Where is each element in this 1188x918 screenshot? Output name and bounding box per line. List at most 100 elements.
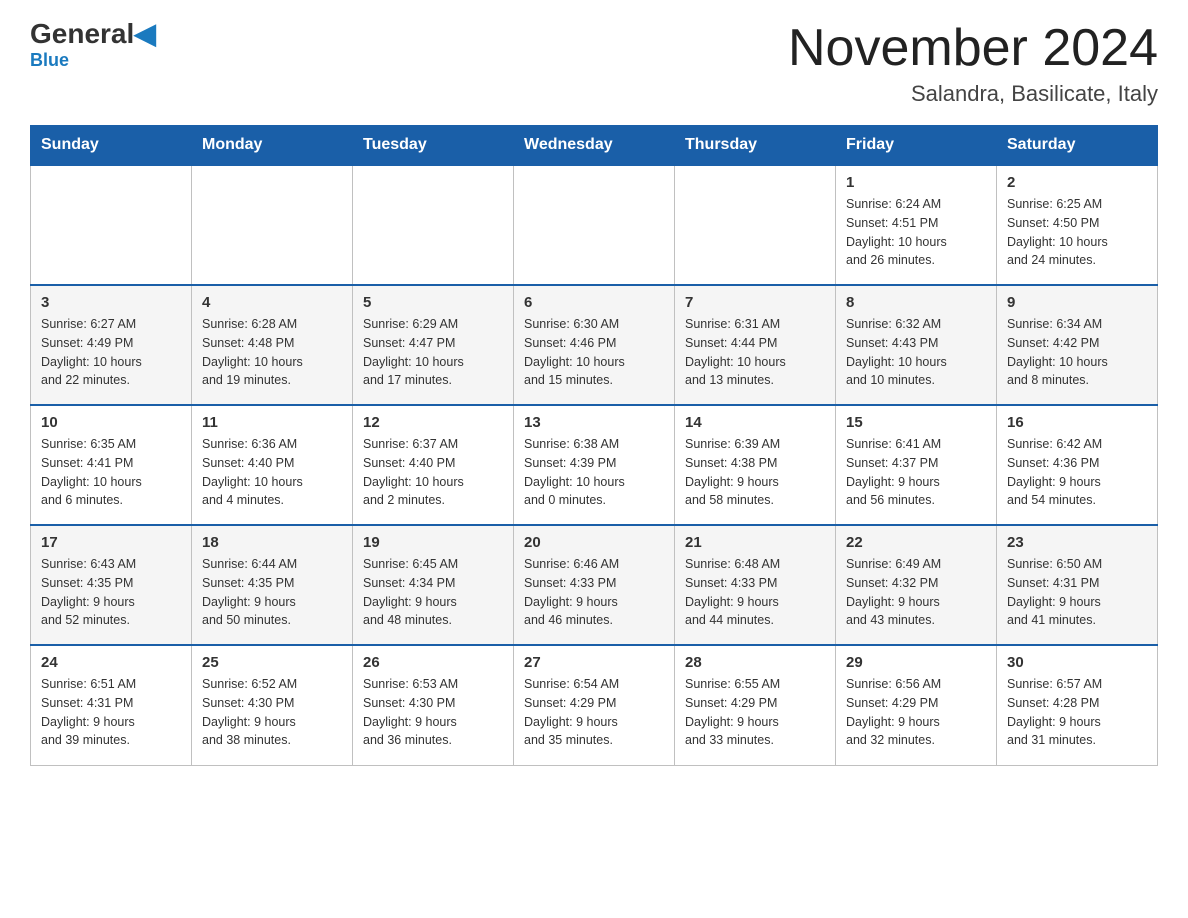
day-info: Sunrise: 6:30 AMSunset: 4:46 PMDaylight:… bbox=[524, 315, 664, 390]
day-info: Sunrise: 6:34 AMSunset: 4:42 PMDaylight:… bbox=[1007, 315, 1147, 390]
day-info: Sunrise: 6:41 AMSunset: 4:37 PMDaylight:… bbox=[846, 435, 986, 510]
day-number: 19 bbox=[363, 534, 503, 551]
day-info: Sunrise: 6:36 AMSunset: 4:40 PMDaylight:… bbox=[202, 435, 342, 510]
day-number: 2 bbox=[1007, 174, 1147, 191]
calendar-cell: 30Sunrise: 6:57 AMSunset: 4:28 PMDayligh… bbox=[997, 645, 1158, 765]
header-row: SundayMondayTuesdayWednesdayThursdayFrid… bbox=[31, 126, 1158, 166]
day-number: 12 bbox=[363, 414, 503, 431]
day-info: Sunrise: 6:50 AMSunset: 4:31 PMDaylight:… bbox=[1007, 555, 1147, 630]
day-info: Sunrise: 6:51 AMSunset: 4:31 PMDaylight:… bbox=[41, 675, 181, 750]
day-number: 5 bbox=[363, 294, 503, 311]
day-number: 26 bbox=[363, 654, 503, 671]
day-number: 11 bbox=[202, 414, 342, 431]
week-row-3: 10 Sunrise: 6:35 AMSunset: 4:41 PMDayligh… bbox=[31, 405, 1158, 525]
day-number: 4 bbox=[202, 294, 342, 311]
page-header: General◀ Blue November 2024 Salandra, Ba… bbox=[30, 20, 1158, 107]
day-info: Sunrise: 6:55 AMSunset: 4:29 PMDaylight:… bbox=[685, 675, 825, 750]
calendar-cell: 18Sunrise: 6:44 AMSunset: 4:35 PMDayligh… bbox=[192, 525, 353, 645]
day-number: 15 bbox=[846, 414, 986, 431]
day-number: 28 bbox=[685, 654, 825, 671]
calendar-cell: 11 Sunrise: 6:36 AMSunset: 4:40 PMDayligh… bbox=[192, 405, 353, 525]
week-row-2: 3 Sunrise: 6:27 AMSunset: 4:49 PMDaylight… bbox=[31, 285, 1158, 405]
day-info: Sunrise: 6:24 AMSunset: 4:51 PMDaylight:… bbox=[846, 195, 986, 270]
day-info: Sunrise: 6:29 AMSunset: 4:47 PMDaylight:… bbox=[363, 315, 503, 390]
calendar-cell: 1 Sunrise: 6:24 AMSunset: 4:51 PMDaylight… bbox=[836, 165, 997, 285]
subtitle: Salandra, Basilicate, Italy bbox=[788, 81, 1158, 107]
calendar-header: SundayMondayTuesdayWednesdayThursdayFrid… bbox=[31, 126, 1158, 166]
day-number: 21 bbox=[685, 534, 825, 551]
day-number: 23 bbox=[1007, 534, 1147, 551]
header-day-thursday: Thursday bbox=[675, 126, 836, 166]
day-info: Sunrise: 6:39 AMSunset: 4:38 PMDaylight:… bbox=[685, 435, 825, 510]
day-number: 22 bbox=[846, 534, 986, 551]
day-number: 29 bbox=[846, 654, 986, 671]
day-number: 16 bbox=[1007, 414, 1147, 431]
header-day-wednesday: Wednesday bbox=[514, 126, 675, 166]
calendar-cell: 4Sunrise: 6:28 AMSunset: 4:48 PMDaylight… bbox=[192, 285, 353, 405]
header-day-sunday: Sunday bbox=[31, 126, 192, 166]
calendar-cell: 20 Sunrise: 6:46 AMSunset: 4:33 PMDayligh… bbox=[514, 525, 675, 645]
header-day-friday: Friday bbox=[836, 126, 997, 166]
calendar-cell: 16 Sunrise: 6:42 AMSunset: 4:36 PMDayligh… bbox=[997, 405, 1158, 525]
day-info: Sunrise: 6:53 AMSunset: 4:30 PMDaylight:… bbox=[363, 675, 503, 750]
day-number: 3 bbox=[41, 294, 181, 311]
calendar-cell: 24 Sunrise: 6:51 AMSunset: 4:31 PMDayligh… bbox=[31, 645, 192, 765]
day-info: Sunrise: 6:27 AMSunset: 4:49 PMDaylight:… bbox=[41, 315, 181, 390]
calendar-cell: 23 Sunrise: 6:50 AMSunset: 4:31 PMDayligh… bbox=[997, 525, 1158, 645]
logo-text-top: General◀ bbox=[30, 20, 156, 48]
day-number: 1 bbox=[846, 174, 986, 191]
calendar-cell: 17 Sunrise: 6:43 AMSunset: 4:35 PMDayligh… bbox=[31, 525, 192, 645]
calendar-cell: 7 Sunrise: 6:31 AMSunset: 4:44 PMDaylight… bbox=[675, 285, 836, 405]
calendar-cell: 29 Sunrise: 6:56 AMSunset: 4:29 PMDayligh… bbox=[836, 645, 997, 765]
day-info: Sunrise: 6:45 AMSunset: 4:34 PMDaylight:… bbox=[363, 555, 503, 630]
day-info: Sunrise: 6:42 AMSunset: 4:36 PMDaylight:… bbox=[1007, 435, 1147, 510]
day-info: Sunrise: 6:49 AMSunset: 4:32 PMDaylight:… bbox=[846, 555, 986, 630]
calendar-table: SundayMondayTuesdayWednesdayThursdayFrid… bbox=[30, 125, 1158, 766]
day-number: 24 bbox=[41, 654, 181, 671]
week-row-4: 17 Sunrise: 6:43 AMSunset: 4:35 PMDayligh… bbox=[31, 525, 1158, 645]
calendar-cell: 21 Sunrise: 6:48 AMSunset: 4:33 PMDayligh… bbox=[675, 525, 836, 645]
header-day-monday: Monday bbox=[192, 126, 353, 166]
calendar-cell: 9 Sunrise: 6:34 AMSunset: 4:42 PMDaylight… bbox=[997, 285, 1158, 405]
calendar-cell: 6 Sunrise: 6:30 AMSunset: 4:46 PMDaylight… bbox=[514, 285, 675, 405]
day-number: 6 bbox=[524, 294, 664, 311]
day-number: 27 bbox=[524, 654, 664, 671]
calendar-cell: 15 Sunrise: 6:41 AMSunset: 4:37 PMDayligh… bbox=[836, 405, 997, 525]
day-info: Sunrise: 6:25 AMSunset: 4:50 PMDaylight:… bbox=[1007, 195, 1147, 270]
day-info: Sunrise: 6:54 AMSunset: 4:29 PMDaylight:… bbox=[524, 675, 664, 750]
day-info: Sunrise: 6:52 AMSunset: 4:30 PMDaylight:… bbox=[202, 675, 342, 750]
day-number: 10 bbox=[41, 414, 181, 431]
day-info: Sunrise: 6:32 AMSunset: 4:43 PMDaylight:… bbox=[846, 315, 986, 390]
calendar-body: 1 Sunrise: 6:24 AMSunset: 4:51 PMDaylight… bbox=[31, 165, 1158, 765]
day-number: 18 bbox=[202, 534, 342, 551]
logo-text-bottom: Blue bbox=[30, 50, 69, 71]
day-number: 14 bbox=[685, 414, 825, 431]
calendar-cell bbox=[192, 165, 353, 285]
calendar-cell: 19 Sunrise: 6:45 AMSunset: 4:34 PMDayligh… bbox=[353, 525, 514, 645]
week-row-1: 1 Sunrise: 6:24 AMSunset: 4:51 PMDaylight… bbox=[31, 165, 1158, 285]
calendar-cell: 3 Sunrise: 6:27 AMSunset: 4:49 PMDaylight… bbox=[31, 285, 192, 405]
day-number: 17 bbox=[41, 534, 181, 551]
header-day-tuesday: Tuesday bbox=[353, 126, 514, 166]
day-number: 8 bbox=[846, 294, 986, 311]
day-info: Sunrise: 6:35 AMSunset: 4:41 PMDaylight:… bbox=[41, 435, 181, 510]
calendar-cell: 22 Sunrise: 6:49 AMSunset: 4:32 PMDayligh… bbox=[836, 525, 997, 645]
day-number: 9 bbox=[1007, 294, 1147, 311]
calendar-cell: 27 Sunrise: 6:54 AMSunset: 4:29 PMDayligh… bbox=[514, 645, 675, 765]
calendar-cell bbox=[514, 165, 675, 285]
calendar-cell bbox=[353, 165, 514, 285]
day-info: Sunrise: 6:31 AMSunset: 4:44 PMDaylight:… bbox=[685, 315, 825, 390]
day-info: Sunrise: 6:56 AMSunset: 4:29 PMDaylight:… bbox=[846, 675, 986, 750]
day-number: 25 bbox=[202, 654, 342, 671]
day-number: 20 bbox=[524, 534, 664, 551]
header-day-saturday: Saturday bbox=[997, 126, 1158, 166]
day-info: Sunrise: 6:48 AMSunset: 4:33 PMDaylight:… bbox=[685, 555, 825, 630]
title-block: November 2024 Salandra, Basilicate, Ital… bbox=[788, 20, 1158, 107]
calendar-cell: 5 Sunrise: 6:29 AMSunset: 4:47 PMDaylight… bbox=[353, 285, 514, 405]
day-info: Sunrise: 6:46 AMSunset: 4:33 PMDaylight:… bbox=[524, 555, 664, 630]
calendar-cell: 8 Sunrise: 6:32 AMSunset: 4:43 PMDaylight… bbox=[836, 285, 997, 405]
day-number: 13 bbox=[524, 414, 664, 431]
day-info: Sunrise: 6:43 AMSunset: 4:35 PMDaylight:… bbox=[41, 555, 181, 630]
main-title: November 2024 bbox=[788, 20, 1158, 77]
day-number: 7 bbox=[685, 294, 825, 311]
